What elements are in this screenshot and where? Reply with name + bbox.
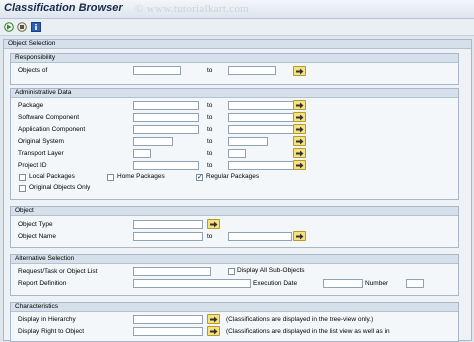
transport-layer-label: Transport Layer [18, 150, 64, 157]
display-right-to-object-label: Display Right to Object [18, 328, 85, 335]
number-input[interactable] [406, 279, 424, 288]
object-name-multiple-selection-button[interactable] [293, 231, 306, 241]
original-system-from-input[interactable] [133, 137, 173, 146]
application-component-to-input[interactable] [228, 125, 294, 134]
local-packages-checkbox[interactable] [19, 174, 26, 181]
software-component-from-input[interactable] [133, 113, 199, 122]
selection-screen: Object Selection Responsibility Objects … [3, 39, 472, 342]
responsibility-group: Responsibility Objects of to [10, 53, 459, 85]
display-right-to-object-input[interactable] [133, 327, 203, 336]
application-component-multiple-selection-button[interactable] [293, 124, 306, 134]
software-component-multiple-selection-button[interactable] [293, 112, 306, 122]
local-packages-label: Local Packages [29, 173, 75, 180]
alternative-selection-group: Alternative Selection Request/Task or Ob… [10, 254, 459, 296]
regular-packages-label: Regular Packages [206, 173, 260, 180]
application-toolbar [0, 19, 474, 36]
project-id-to-input[interactable] [228, 161, 294, 170]
package-to-input[interactable] [228, 101, 294, 110]
software-component-to-label: to [207, 114, 213, 121]
alternative-selection-header: Alternative Selection [11, 255, 458, 264]
original-system-label: Original System [18, 138, 64, 145]
display-in-hierarchy-note: (Classifications are displayed in the tr… [226, 316, 374, 323]
display-in-hierarchy-multiple-selection-button[interactable] [207, 314, 220, 324]
software-component-to-input[interactable] [228, 113, 294, 122]
administrative-data-header: Administrative Data [11, 89, 458, 98]
application-component-label: Application Component [18, 126, 86, 133]
home-packages-label: Home Packages [117, 173, 165, 180]
display-all-subobjects-label: Display All Sub-Objects [237, 267, 305, 274]
object-name-to-input[interactable] [228, 232, 292, 241]
software-component-label: Software Component [18, 114, 80, 121]
execution-date-label: Execution Date [253, 280, 298, 287]
report-definition-input[interactable] [133, 279, 251, 288]
original-system-multiple-selection-button[interactable] [293, 136, 306, 146]
package-multiple-selection-button[interactable] [293, 100, 306, 110]
object-name-to-label: to [207, 233, 213, 240]
request-task-input[interactable] [133, 267, 211, 276]
transport-layer-from-input[interactable] [133, 149, 151, 158]
project-id-from-input[interactable] [133, 161, 199, 170]
display-right-to-object-note: (Classifications are displayed in the li… [226, 328, 390, 335]
characteristics-header: Characteristics [11, 303, 458, 312]
objects-of-multiple-selection-button[interactable] [293, 66, 306, 76]
display-in-hierarchy-label: Display in Hierarchy [18, 316, 76, 323]
characteristics-group: Characteristics Display in Hierarchy (Cl… [10, 302, 459, 342]
variant-icon[interactable] [17, 22, 27, 32]
package-label: Package [18, 102, 44, 109]
regular-packages-checkbox[interactable] [196, 173, 203, 181]
transport-layer-to-label: to [207, 150, 213, 157]
original-objects-only-checkbox[interactable] [19, 185, 26, 192]
responsibility-header: Responsibility [11, 54, 458, 63]
object-name-from-input[interactable] [133, 232, 203, 241]
project-id-multiple-selection-button[interactable] [293, 160, 306, 170]
title-bar: Classification Browser © www.tutorialkar… [0, 0, 474, 19]
execution-date-input[interactable] [323, 279, 363, 288]
display-all-subobjects-checkbox[interactable] [228, 268, 235, 275]
object-type-label: Object Type [18, 221, 53, 228]
objects-of-to-label: to [207, 67, 213, 74]
objects-of-to-input[interactable] [228, 66, 276, 75]
original-system-to-input[interactable] [228, 137, 268, 146]
original-objects-only-label: Original Objects Only [29, 184, 91, 191]
execute-icon[interactable] [4, 22, 14, 32]
objects-of-from-input[interactable] [133, 66, 181, 75]
objects-of-label: Objects of [18, 67, 48, 74]
application-component-from-input[interactable] [133, 125, 199, 134]
window-title: Classification Browser [4, 2, 123, 14]
object-name-label: Object Name [18, 233, 56, 240]
project-id-label: Project ID [18, 162, 47, 169]
report-definition-label: Report Definition [18, 280, 67, 287]
original-system-to-label: to [207, 138, 213, 145]
display-in-hierarchy-input[interactable] [133, 315, 203, 324]
watermark: © www.tutorialkart.com [135, 3, 250, 15]
package-from-input[interactable] [133, 101, 199, 110]
administrative-data-group: Administrative Data Package to Software … [10, 88, 459, 200]
application-component-to-label: to [207, 126, 213, 133]
object-group: Object Object Type Object Name to [10, 206, 459, 248]
object-selection-header: Object Selection [4, 40, 471, 49]
package-to-label: to [207, 102, 213, 109]
object-type-multiple-selection-button[interactable] [207, 219, 220, 229]
request-task-label: Request/Task or Object List [18, 268, 98, 275]
info-icon[interactable] [31, 22, 41, 32]
transport-layer-to-input[interactable] [228, 149, 246, 158]
object-selection-group: Object Selection Responsibility Objects … [3, 39, 472, 342]
home-packages-checkbox[interactable] [107, 174, 114, 181]
object-header: Object [11, 207, 458, 216]
display-right-to-object-multiple-selection-button[interactable] [207, 326, 220, 336]
number-label: Number [365, 280, 389, 287]
transport-layer-multiple-selection-button[interactable] [293, 148, 306, 158]
object-type-input[interactable] [133, 220, 203, 229]
project-id-to-label: to [207, 162, 213, 169]
